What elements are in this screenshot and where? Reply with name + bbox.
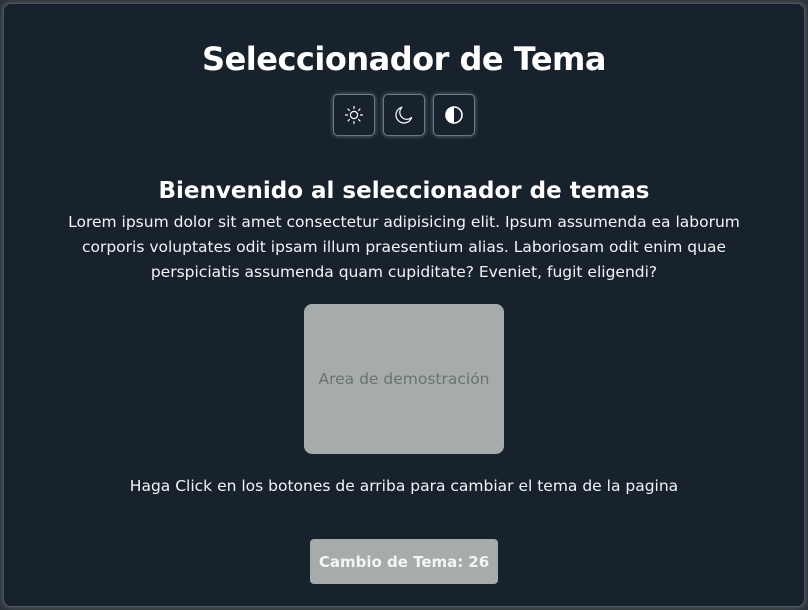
moon-icon	[394, 105, 414, 125]
intro-paragraph: Lorem ipsum dolor sit amet consectetur a…	[68, 213, 740, 281]
sun-icon	[344, 105, 364, 125]
demo-area: Area de demostración	[304, 304, 504, 454]
instruction-text: Haga Click en los botones de arriba para…	[129, 477, 679, 495]
welcome-heading: Bienvenido al seleccionador de temas	[158, 178, 650, 204]
contrast-icon	[444, 105, 464, 125]
counter-label: Cambio de Tema:	[318, 552, 464, 571]
counter-value: 26	[468, 552, 490, 571]
dark-theme-button[interactable]	[383, 94, 425, 136]
contrast-theme-button[interactable]	[433, 94, 475, 136]
light-theme-button[interactable]	[333, 94, 375, 136]
page-title: Seleccionador de Tema	[202, 40, 606, 78]
demo-area-label: Area de demostración	[318, 370, 490, 388]
theme-change-counter: Cambio de Tema: 26	[310, 539, 498, 584]
app-window: Seleccionador de Tema Bienvenido al sele…	[3, 3, 805, 607]
theme-button-group	[4, 94, 804, 136]
